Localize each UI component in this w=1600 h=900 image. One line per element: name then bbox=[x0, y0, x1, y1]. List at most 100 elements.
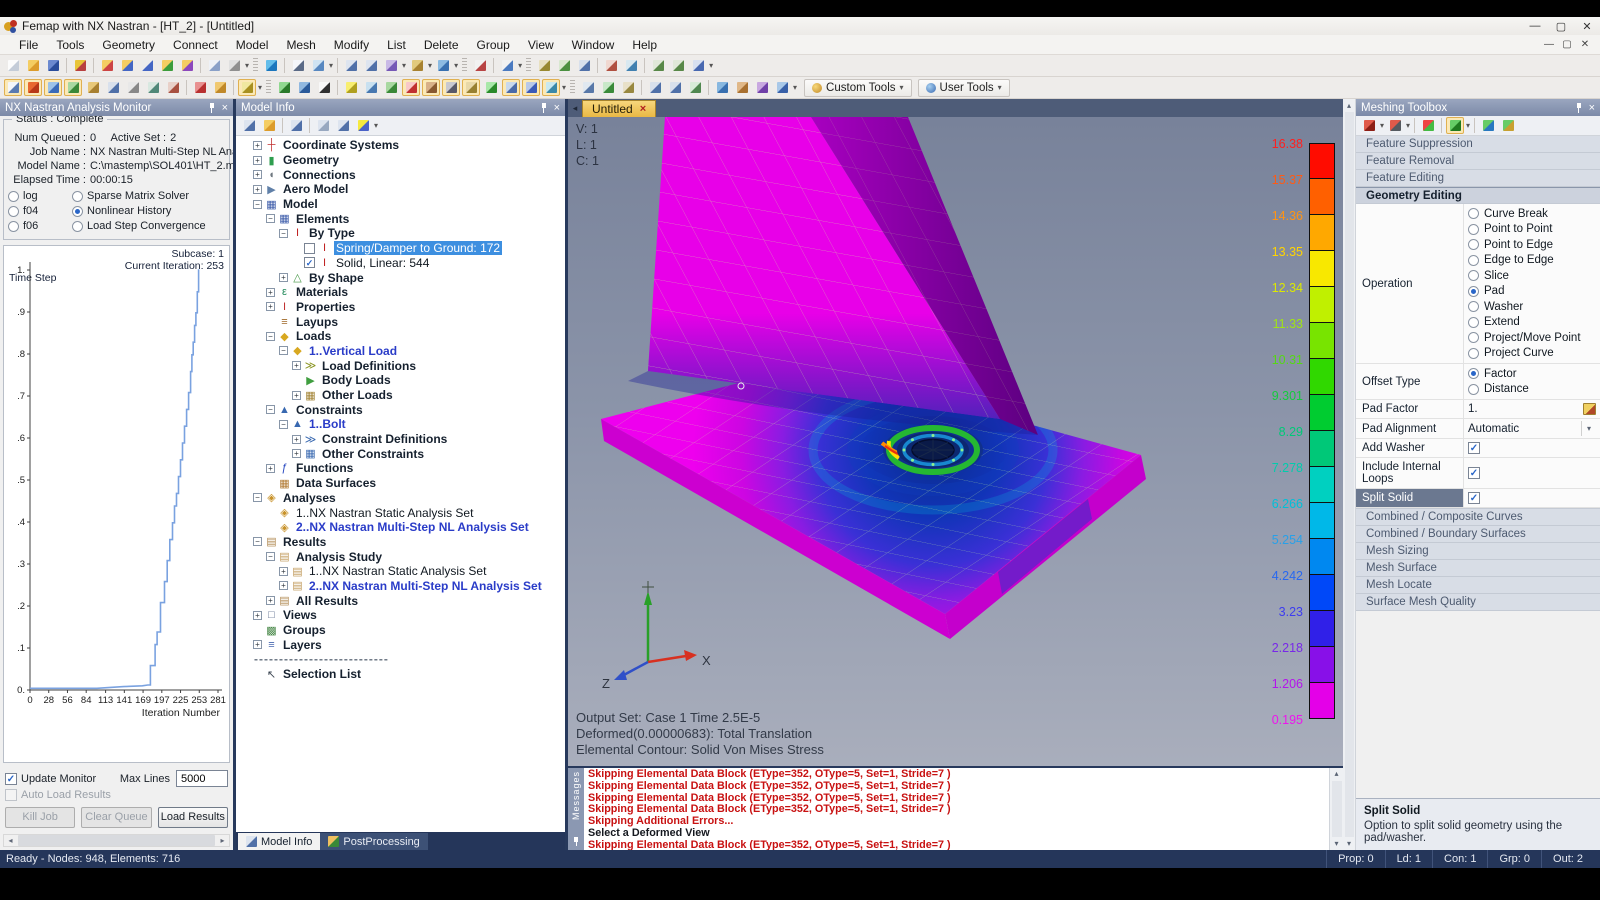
tree-item[interactable]: −IBy Type bbox=[236, 226, 565, 241]
view-iso-icon[interactable] bbox=[666, 79, 684, 96]
section-combined-boundary-surfaces[interactable]: Combined / Boundary Surfaces bbox=[1356, 526, 1600, 543]
entity-copy-icon[interactable] bbox=[362, 57, 380, 74]
tree-item[interactable]: +┼Coordinate Systems bbox=[236, 138, 565, 153]
open-folder-icon[interactable] bbox=[24, 57, 42, 74]
max-lines-input[interactable] bbox=[176, 770, 228, 787]
print-icon[interactable] bbox=[225, 57, 243, 74]
messages-scrollbar[interactable]: ▴ ▾ bbox=[1329, 768, 1343, 850]
operation-option-edge-to-edge[interactable]: Edge to Edge bbox=[1468, 253, 1596, 269]
menu-model[interactable]: Model bbox=[227, 36, 278, 54]
operation-option-project-curve[interactable]: Project Curve bbox=[1468, 346, 1596, 362]
pane-program-icon[interactable] bbox=[211, 79, 229, 96]
scroll-up-icon[interactable]: ▴ bbox=[1347, 99, 1351, 112]
radio-nonlinear-history[interactable] bbox=[72, 206, 83, 217]
tree-expander-icon[interactable]: − bbox=[253, 537, 262, 546]
tree-expander-icon[interactable]: + bbox=[266, 596, 275, 605]
highlight-marker-icon[interactable] bbox=[354, 117, 372, 134]
toolbox-colors-icon[interactable] bbox=[1419, 117, 1437, 134]
dynamic-rotate-icon[interactable] bbox=[262, 57, 280, 74]
pick-normal-icon[interactable] bbox=[471, 57, 489, 74]
tree-expander-icon[interactable]: + bbox=[279, 567, 288, 576]
show-entities-icon[interactable] bbox=[275, 79, 293, 96]
chevron-down-icon[interactable]: ▾ bbox=[1466, 121, 1470, 130]
add-washer-checkbox[interactable]: ✓ bbox=[1468, 442, 1480, 454]
toolbar-grip[interactable] bbox=[570, 80, 575, 95]
menu-file[interactable]: File bbox=[10, 36, 47, 54]
tree-expander-icon[interactable]: − bbox=[279, 229, 288, 238]
tree-item[interactable]: +□Views bbox=[236, 608, 565, 623]
pane-api-icon[interactable] bbox=[191, 79, 209, 96]
snap-point-icon[interactable] bbox=[555, 57, 573, 74]
chevron-down-icon[interactable]: ▾ bbox=[374, 121, 378, 130]
chevron-down-icon[interactable]: ▾ bbox=[245, 61, 249, 70]
tree-item[interactable]: +◖Connections bbox=[236, 167, 565, 182]
section-geometry-editing[interactable]: Geometry Editing bbox=[1356, 187, 1600, 204]
menu-view[interactable]: View bbox=[519, 36, 563, 54]
tree-item[interactable]: +≡Layers bbox=[236, 637, 565, 652]
section-combined-composite-curves[interactable]: Combined / Composite Curves bbox=[1356, 509, 1600, 526]
tree-item[interactable]: +▦Other Constraints bbox=[236, 446, 565, 461]
viewport-tab-untitled[interactable]: Untitled × bbox=[582, 100, 656, 117]
tree-expander-icon[interactable]: + bbox=[253, 185, 262, 194]
tree-expander-icon[interactable]: + bbox=[292, 361, 301, 370]
tree-expander-icon[interactable]: − bbox=[253, 200, 262, 209]
import-geometry-icon[interactable] bbox=[98, 57, 116, 74]
import-model-icon[interactable] bbox=[138, 57, 156, 74]
tree-item[interactable]: +▤1..NX Nastran Static Analysis Set bbox=[236, 564, 565, 579]
import-results-icon[interactable] bbox=[178, 57, 196, 74]
mdi-minimize-icon[interactable]: — bbox=[1540, 39, 1558, 50]
tree-expander-icon[interactable]: − bbox=[266, 332, 275, 341]
include-internal-loops-checkbox[interactable]: ✓ bbox=[1468, 467, 1480, 479]
radio-log[interactable] bbox=[8, 191, 19, 202]
operation-option-curve-break[interactable]: Curve Break bbox=[1468, 206, 1596, 222]
mdi-close-icon[interactable]: ✕ bbox=[1576, 39, 1594, 50]
tree-item[interactable]: ◈2..NX Nastran Multi-Step NL Analysis Se… bbox=[236, 520, 565, 535]
view-render-icon[interactable] bbox=[434, 57, 452, 74]
pane-layup-icon[interactable] bbox=[84, 79, 102, 96]
toolbox-refresh-icon[interactable] bbox=[1479, 117, 1497, 134]
pane-entity-editor-icon[interactable] bbox=[124, 79, 142, 96]
scroll-right-icon[interactable]: ▸ bbox=[216, 836, 229, 845]
tree-item[interactable]: +≫Constraint Definitions bbox=[236, 432, 565, 447]
toolbox-kit-icon[interactable] bbox=[1360, 117, 1378, 134]
section-mesh-locate[interactable]: Mesh Locate bbox=[1356, 577, 1600, 594]
tree-item[interactable]: +ƒFunctions bbox=[236, 461, 565, 476]
tree-item-checkbox[interactable]: ✓ bbox=[304, 257, 315, 268]
import-analysis-icon[interactable] bbox=[158, 57, 176, 74]
tree-item[interactable]: −▲1..Bolt bbox=[236, 417, 565, 432]
update-monitor-checkbox[interactable]: ✓ bbox=[5, 773, 17, 785]
section-mesh-sizing[interactable]: Mesh Sizing bbox=[1356, 543, 1600, 560]
toolbar-grip[interactable] bbox=[253, 58, 258, 73]
pin-icon[interactable] bbox=[208, 103, 216, 113]
tree-expander-icon[interactable]: − bbox=[279, 346, 288, 355]
measure-angle-icon[interactable] bbox=[622, 57, 640, 74]
menu-group[interactable]: Group bbox=[468, 36, 519, 54]
mesh-toggle-icon[interactable] bbox=[579, 79, 597, 96]
toolbar-grip[interactable] bbox=[462, 58, 467, 73]
option-factor[interactable]: Factor bbox=[1468, 366, 1596, 382]
post-contour-icon[interactable] bbox=[713, 79, 731, 96]
draw-point-icon[interactable] bbox=[342, 79, 360, 96]
tree-item[interactable]: +▤All Results bbox=[236, 593, 565, 608]
menu-window[interactable]: Window bbox=[563, 36, 624, 54]
new-window-icon[interactable] bbox=[205, 57, 223, 74]
draw-constraint-icon[interactable] bbox=[542, 79, 560, 96]
tree-item[interactable]: ▦Data Surfaces bbox=[236, 476, 565, 491]
tree-expander-icon[interactable]: − bbox=[266, 214, 275, 223]
pane-logo-icon[interactable] bbox=[24, 79, 42, 96]
split-solid-checkbox[interactable]: ✓ bbox=[1468, 492, 1480, 504]
maximize-button[interactable]: ▢ bbox=[1548, 17, 1574, 35]
chevron-down-icon[interactable]: ▾ bbox=[518, 61, 522, 70]
chevron-down-icon[interactable]: ▾ bbox=[709, 61, 713, 70]
tree-expander-icon[interactable]: + bbox=[253, 170, 262, 179]
toolbox-scrollbar[interactable]: ▴ ▾ bbox=[1343, 99, 1356, 850]
messages-tab[interactable]: Messages bbox=[568, 768, 584, 850]
tree-expander-icon[interactable]: + bbox=[253, 611, 262, 620]
pane-data-surface-icon[interactable] bbox=[144, 79, 162, 96]
toolbar-grip[interactable] bbox=[526, 58, 531, 73]
view-front-icon[interactable] bbox=[646, 79, 664, 96]
tree-item[interactable]: +IProperties bbox=[236, 300, 565, 315]
chevron-down-icon[interactable]: ▾ bbox=[428, 61, 432, 70]
clear-queue-button[interactable]: Clear Queue bbox=[81, 807, 151, 828]
chevron-down-icon[interactable]: ▾ bbox=[1581, 421, 1596, 436]
